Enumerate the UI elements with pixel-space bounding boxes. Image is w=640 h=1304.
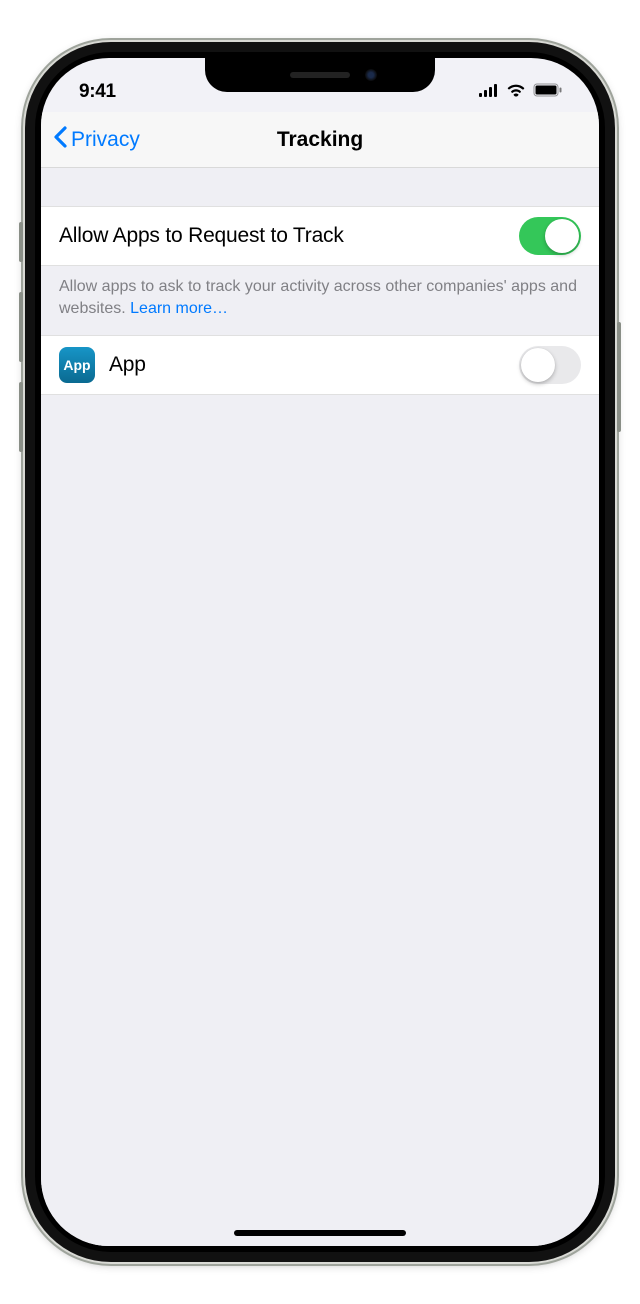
nav-bar: Privacy Tracking [41,112,599,168]
notch [205,58,435,92]
allow-tracking-toggle[interactable] [519,217,581,255]
content: Allow Apps to Request to Track Allow app… [41,168,599,1246]
page-title: Tracking [277,128,363,152]
app-icon: App [59,347,95,383]
back-label: Privacy [71,128,140,152]
app-name: App [109,353,519,377]
allow-tracking-footer: Allow apps to ask to track your activity… [41,266,599,335]
volume-down-button[interactable] [19,382,23,452]
volume-up-button[interactable] [19,292,23,362]
app-row: App App [41,335,599,395]
home-indicator[interactable] [234,1230,406,1236]
screen: 9:41 Pri [41,58,599,1246]
wifi-icon [506,81,526,103]
learn-more-link[interactable]: Learn more… [130,300,228,317]
cellular-icon [479,81,499,103]
chevron-left-icon [53,126,67,154]
mute-switch[interactable] [19,222,23,262]
back-button[interactable]: Privacy [53,126,140,154]
status-time: 9:41 [69,81,116,103]
power-button[interactable] [617,322,621,432]
phone-frame: 9:41 Pri [25,42,615,1262]
app-tracking-toggle[interactable] [519,346,581,384]
battery-icon [533,81,563,103]
allow-tracking-label: Allow Apps to Request to Track [59,224,519,248]
allow-tracking-row: Allow Apps to Request to Track [41,206,599,266]
